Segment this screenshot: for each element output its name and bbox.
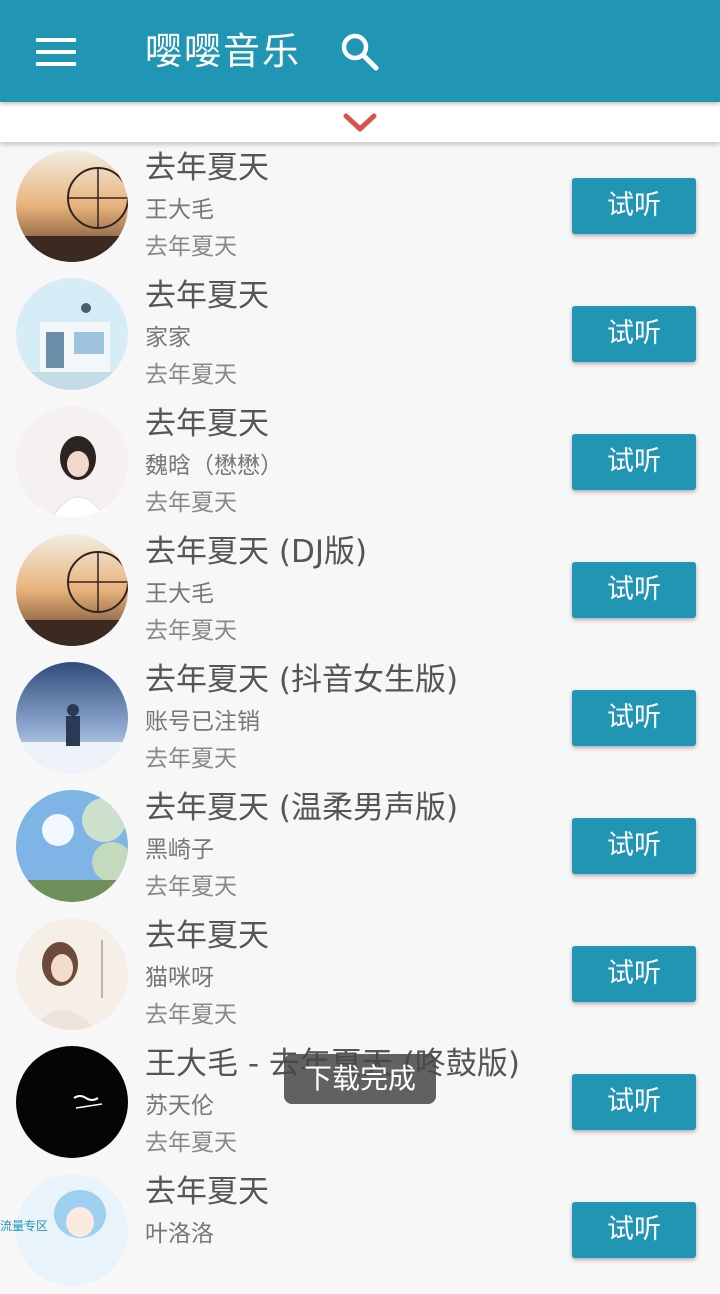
album-cover [16,406,128,518]
listen-button[interactable]: 试听 [572,306,696,362]
song-title: 去年夏天 [145,150,269,186]
song-item[interactable]: 去年夏天 (DJ版) 王大毛 去年夏天 试听 [0,526,720,654]
song-album: 去年夏天 [145,362,237,388]
search-icon[interactable] [340,32,380,72]
song-title: 去年夏天 [145,278,269,314]
song-artist: 魏晗（懋懋） [145,453,283,479]
song-item[interactable]: 去年夏天 家家 去年夏天 试听 [0,270,720,398]
song-artist: 黑崎子 [145,837,214,863]
song-album: 去年夏天 [145,746,237,772]
listen-button[interactable]: 试听 [572,1202,696,1258]
song-item[interactable]: 去年夏天 (抖音女生版) 账号已注销 去年夏天 试听 [0,654,720,782]
app-title: 嘤嘤音乐 [145,30,301,73]
album-cover [16,150,128,262]
song-album: 去年夏天 [145,618,237,644]
song-list: 去年夏天 王大毛 去年夏天 试听 去年夏天 家家 去年夏天 试听 去年夏天 魏晗… [0,142,720,1294]
song-title: 去年夏天 [145,406,269,442]
song-album: 去年夏天 [145,234,237,260]
song-artist: 王大毛 [145,197,214,223]
song-item[interactable]: 去年夏天 (温柔男声版) 黑崎子 去年夏天 试听 [0,782,720,910]
album-cover [16,1046,128,1158]
song-artist: 苏天伦 [145,1093,214,1119]
chevron-down-icon[interactable] [342,111,378,135]
song-artist: 账号已注销 [145,709,260,735]
album-cover [16,662,128,774]
song-artist: 猫咪呀 [145,965,214,991]
song-item[interactable]: 去年夏天 叶洛洛 试听 [0,1166,720,1294]
song-album: 去年夏天 [145,1130,237,1156]
listen-button[interactable]: 试听 [572,562,696,618]
song-title: 去年夏天 [145,1174,269,1210]
listen-button[interactable]: 试听 [572,1074,696,1130]
listen-button[interactable]: 试听 [572,690,696,746]
song-title: 去年夏天 (DJ版) [145,534,368,570]
collapse-bar[interactable] [0,102,720,142]
album-cover [16,534,128,646]
album-cover [16,278,128,390]
listen-button[interactable]: 试听 [572,434,696,490]
song-album: 去年夏天 [145,490,237,516]
album-cover [16,790,128,902]
listen-button[interactable]: 试听 [572,946,696,1002]
listen-button[interactable]: 试听 [572,178,696,234]
song-title: 去年夏天 [145,918,269,954]
album-cover [16,918,128,1030]
song-artist: 家家 [145,325,191,351]
listen-button[interactable]: 试听 [572,818,696,874]
song-artist: 叶洛洛 [145,1221,214,1247]
song-item[interactable]: 去年夏天 王大毛 去年夏天 试听 [0,142,720,270]
song-item[interactable]: 去年夏天 魏晗（懋懋） 去年夏天 试听 [0,398,720,526]
song-album: 去年夏天 [145,874,237,900]
song-title: 去年夏天 (抖音女生版) [145,662,459,698]
song-title: 去年夏天 (温柔男声版) [145,790,459,826]
app-bar: 嘤嘤音乐 [0,0,720,102]
song-artist: 王大毛 [145,581,214,607]
song-album: 去年夏天 [145,1002,237,1028]
hamburger-menu-icon[interactable] [36,38,76,66]
song-item[interactable]: 去年夏天 猫咪呀 去年夏天 试听 [0,910,720,1038]
toast-message: 下载完成 [284,1054,436,1104]
watermark-label: 流量专区 [0,1219,49,1233]
